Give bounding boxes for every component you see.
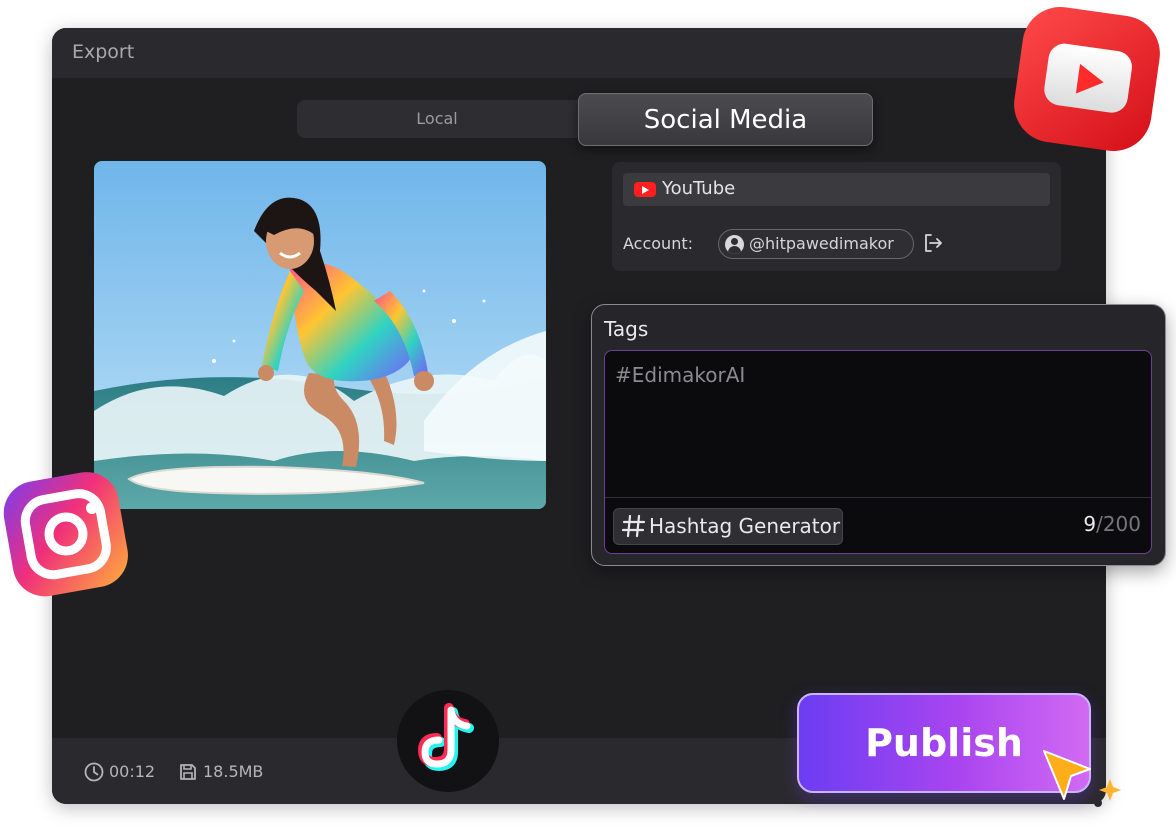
window-title: Export [72, 41, 135, 63]
save-disk-icon [180, 764, 196, 780]
platform-panel: YouTube Account: @hitpawedimakor [612, 162, 1061, 271]
tag-count: 9 [1083, 512, 1097, 536]
platform-select[interactable]: YouTube [623, 173, 1050, 206]
tiktok-logo [397, 690, 499, 792]
hashtag-generator-button[interactable]: Hashtag Generator [613, 508, 843, 545]
video-preview [94, 161, 546, 509]
platform-name: YouTube [662, 178, 736, 199]
account-chip[interactable]: @hitpawedimakor [718, 229, 914, 259]
user-avatar-icon [725, 235, 744, 254]
clock-icon [84, 762, 104, 782]
hashtag-icon [621, 514, 646, 538]
account-handle: @hitpawedimakor [749, 234, 894, 253]
hashtag-generator-label: Hashtag Generator [649, 514, 841, 538]
surfer-image [94, 161, 546, 509]
file-size-text: 18.5MB [203, 762, 264, 781]
title-bar: Export [52, 28, 1106, 78]
tab-social-media[interactable]: Social Media [578, 93, 873, 146]
tag-max: /200 [1096, 512, 1141, 536]
duration-text: 00:12 [109, 762, 156, 781]
cursor-icon [1043, 750, 1121, 807]
tags-title: Tags [604, 317, 649, 341]
divider [605, 497, 1151, 498]
tab-local-label: Local [416, 109, 458, 128]
account-label: Account: [623, 234, 693, 253]
logout-icon[interactable] [922, 232, 944, 254]
youtube-logo [1014, 6, 1160, 152]
tag-counter: 9/200 [1083, 512, 1141, 536]
instagram-logo [3, 472, 128, 597]
tab-local[interactable]: Local [297, 100, 587, 138]
tags-input[interactable]: #EdimakorAI Hashtag Generator 9/200 [604, 350, 1152, 554]
youtube-icon [634, 182, 656, 197]
tags-card: Tags #EdimakorAI Hashtag Generator 9/200 [591, 304, 1166, 566]
tags-text: #EdimakorAI [615, 363, 746, 387]
export-screen: Export Local YouTube Account: @hitpawedi… [0, 0, 1176, 836]
